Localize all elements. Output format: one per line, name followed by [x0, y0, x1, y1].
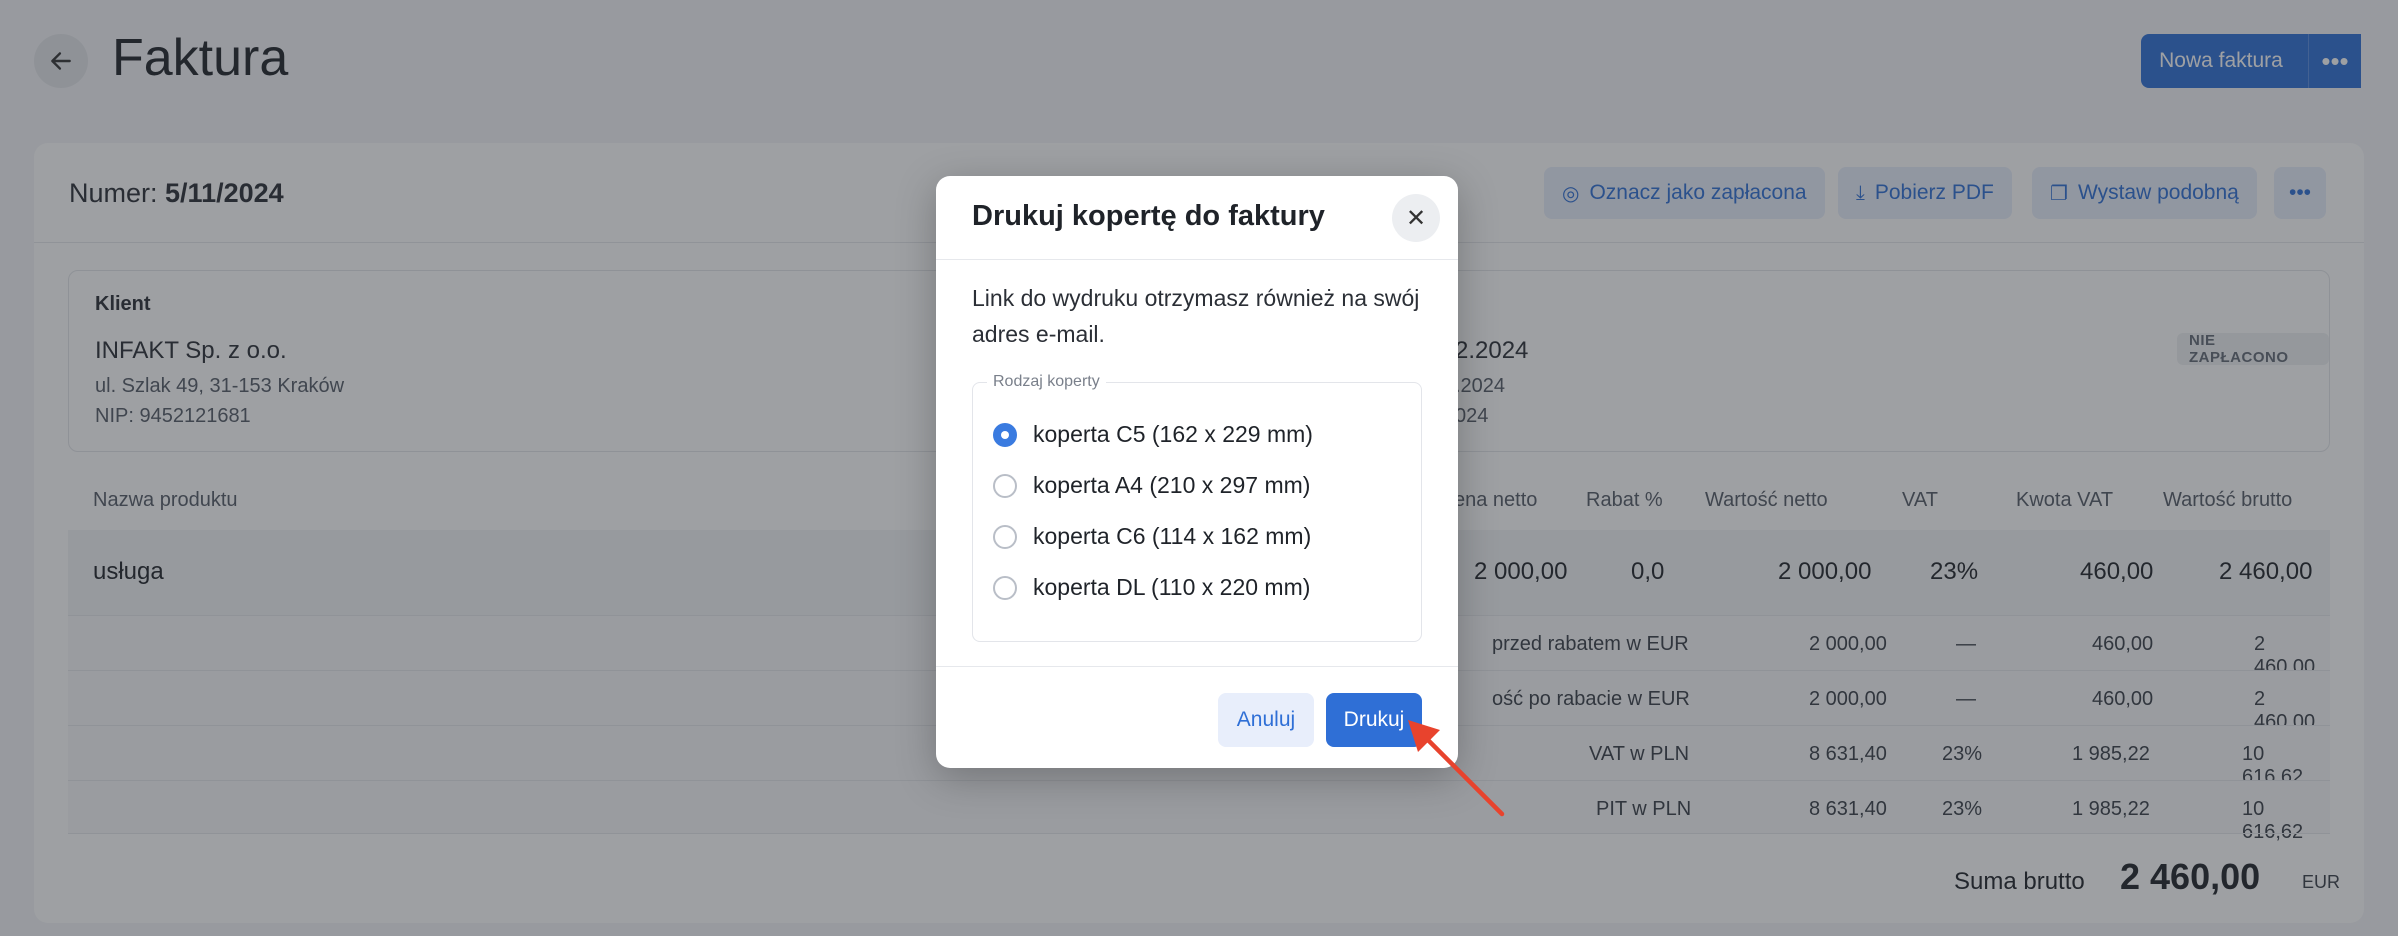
- annotation-arrow-icon: [1408, 720, 1505, 817]
- option-label: koperta A4 (210 x 297 mm): [1033, 472, 1311, 498]
- envelope-type-fieldset: Rodzaj koperty koperta C5 (162 x 229 mm)…: [972, 373, 1422, 642]
- envelope-option-c6[interactable]: koperta C6 (114 x 162 mm): [993, 523, 1311, 550]
- modal-footer: Anuluj Drukuj: [936, 666, 1458, 768]
- close-button[interactable]: ✕: [1392, 194, 1440, 242]
- modal-title: Drukuj kopertę do faktury: [972, 200, 1325, 232]
- radio[interactable]: [993, 575, 1017, 600]
- radio[interactable]: [993, 473, 1017, 498]
- radio[interactable]: [993, 524, 1017, 549]
- envelope-option-c5[interactable]: koperta C5 (162 x 229 mm): [993, 421, 1313, 448]
- print-envelope-modal: Drukuj kopertę do faktury ✕ Link do wydr…: [936, 176, 1458, 768]
- envelope-option-dl[interactable]: koperta DL (110 x 220 mm): [993, 574, 1310, 601]
- option-label: koperta C6 (114 x 162 mm): [1033, 523, 1312, 549]
- option-label: koperta DL (110 x 220 mm): [1033, 574, 1311, 600]
- cancel-button[interactable]: Anuluj: [1218, 693, 1314, 747]
- modal-info-text: Link do wydruku otrzymasz również na swó…: [972, 285, 1420, 347]
- envelope-option-a4[interactable]: koperta A4 (210 x 297 mm): [993, 472, 1310, 499]
- radio-selected[interactable]: [993, 422, 1017, 447]
- close-icon: ✕: [1405, 204, 1427, 232]
- fieldset-legend: Rodzaj koperty: [987, 373, 1106, 391]
- option-label: koperta C5 (162 x 229 mm): [1033, 421, 1313, 447]
- modal-header: Drukuj kopertę do faktury ✕: [936, 176, 1458, 260]
